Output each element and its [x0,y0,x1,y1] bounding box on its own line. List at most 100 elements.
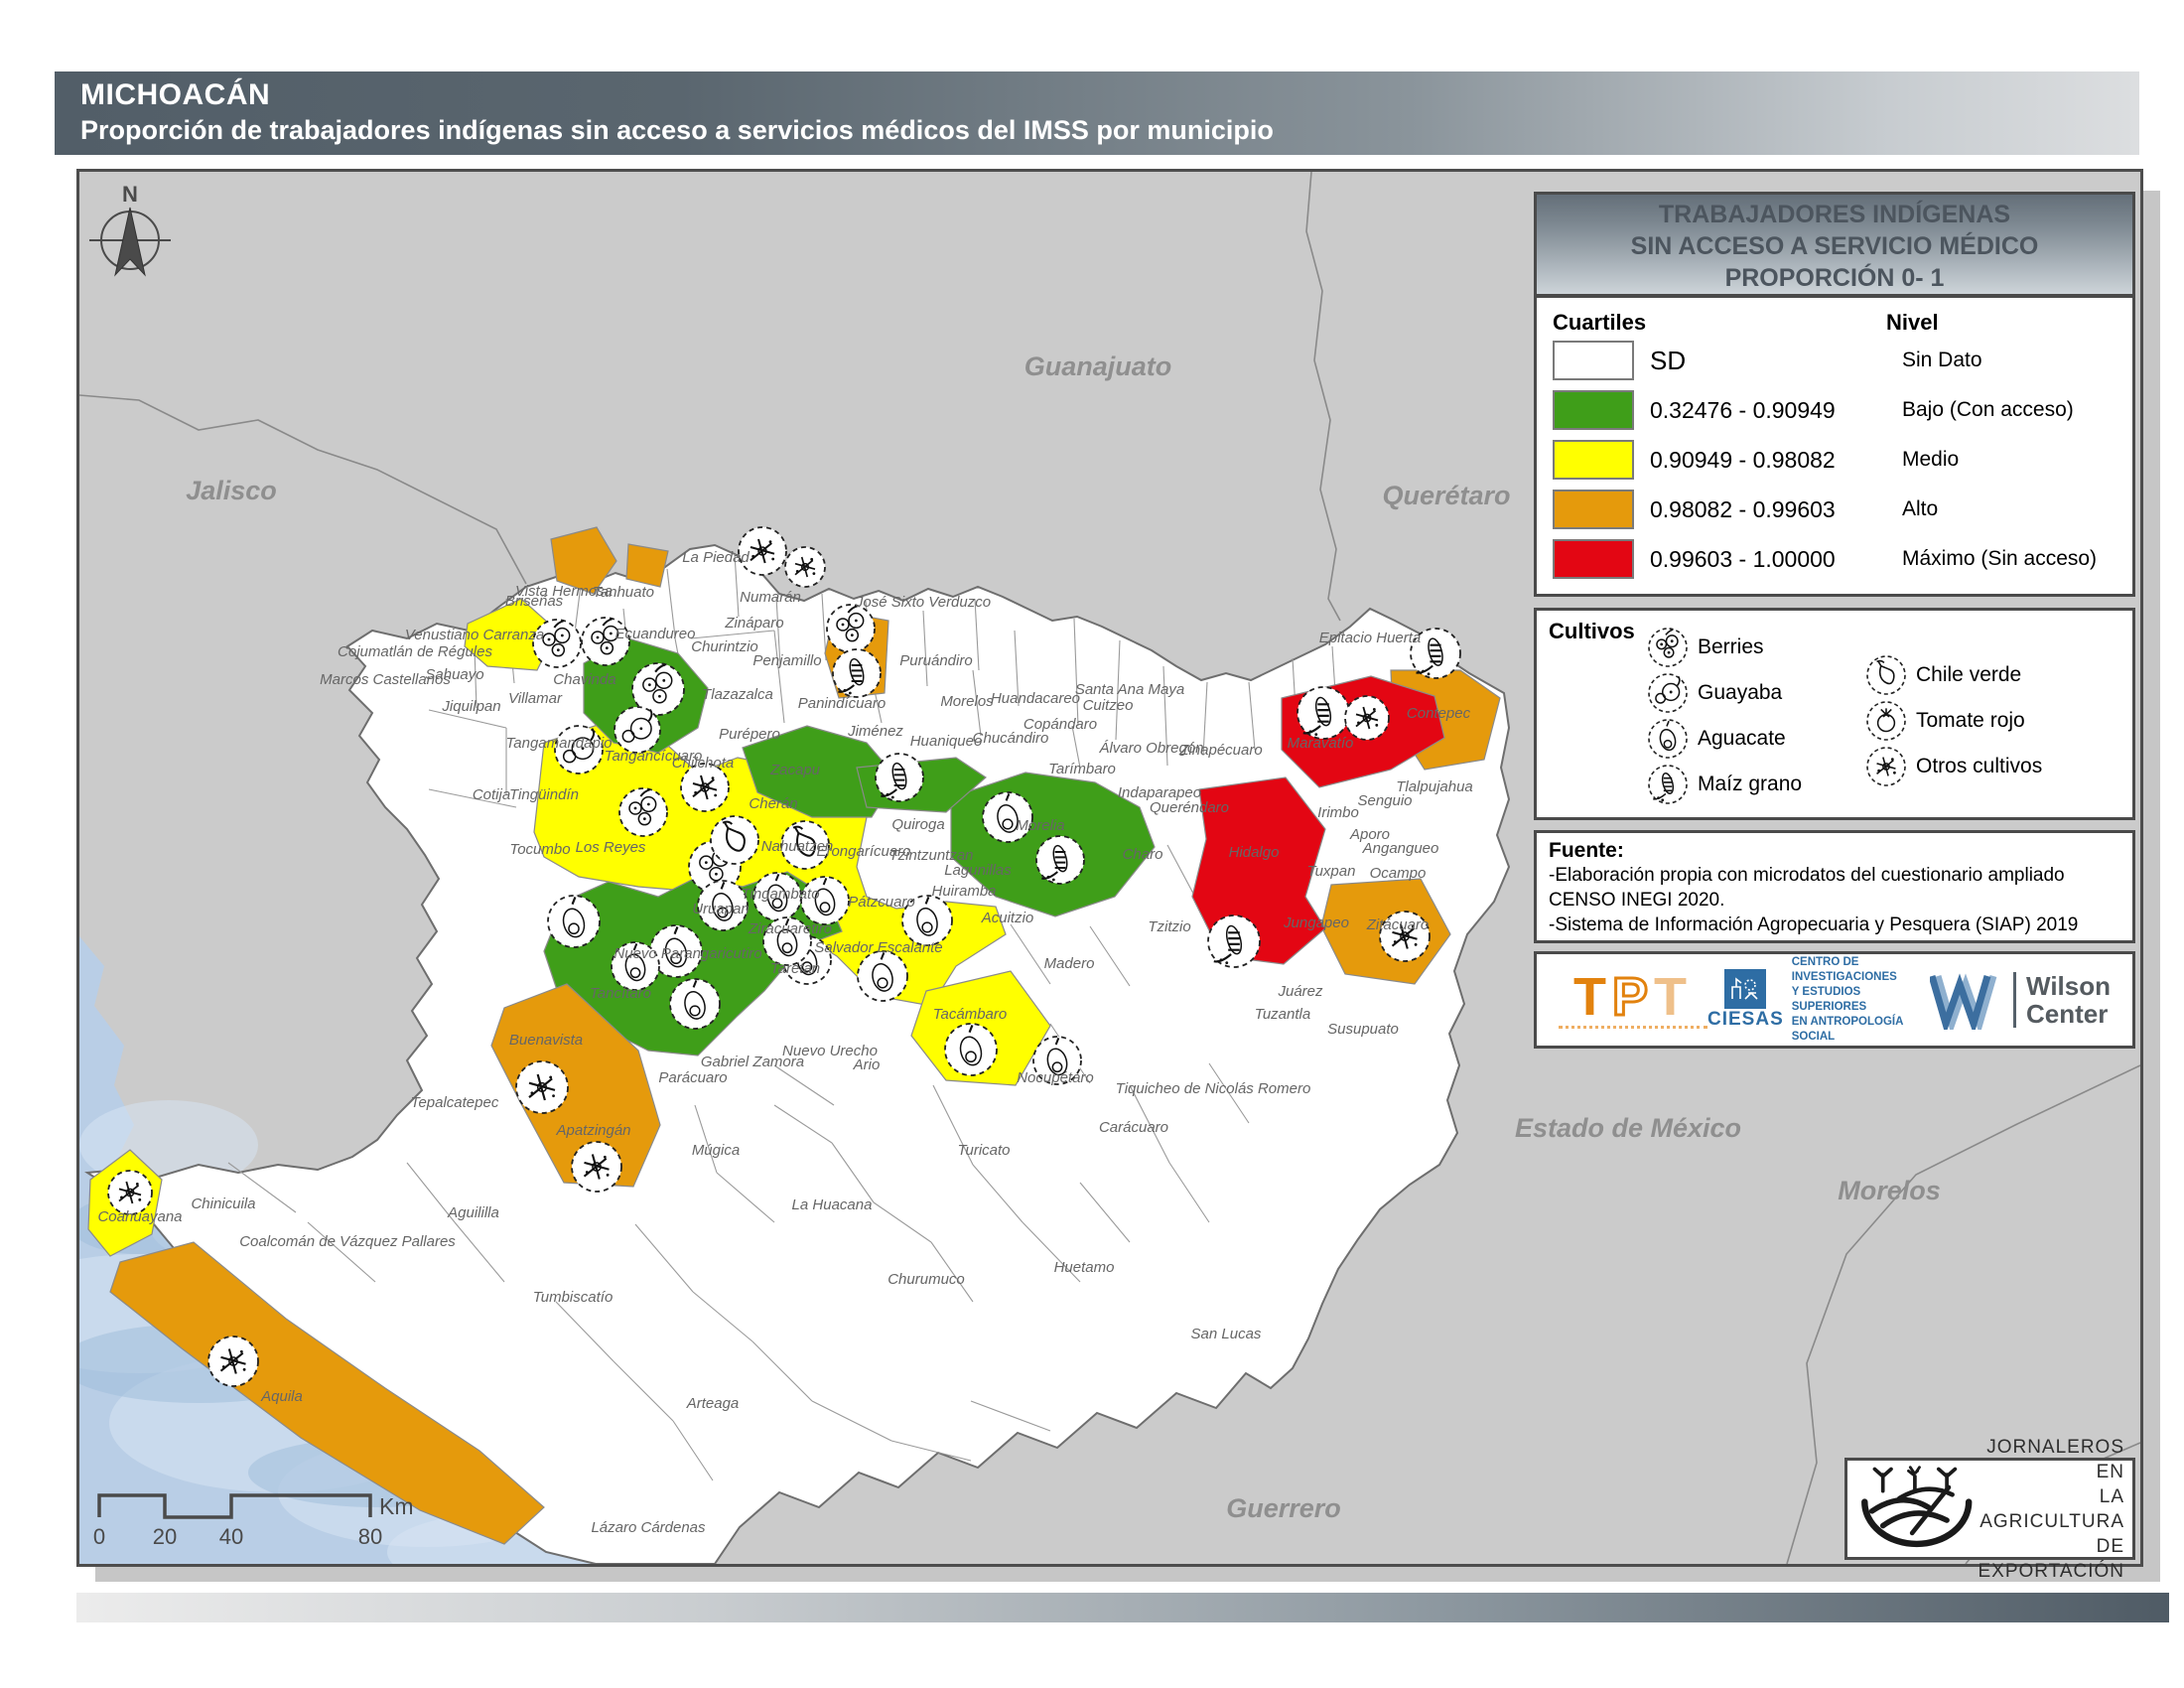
legend-swatch [1553,341,1634,380]
municipality-label: Arteaga [686,1395,740,1412]
jornaleros-box: JORNALEROS EN LA AGRICULTURA DE EXPORTAC… [1844,1458,2135,1560]
municipality-label: Chilchota [672,755,735,772]
chile-crop-icon [711,816,758,864]
otros-crop-icon [785,547,825,587]
municipality-label: Morelos [940,693,994,710]
municipality-label: Tocumbo [509,841,570,858]
legend-row-1: 0.32476 - 0.90949 Bajo (Con acceso) [1553,385,2116,435]
cultivos-left-column: BerriesGuayabaAguacateMaíz grano [1646,625,1802,807]
logos-panel: TPT CIESAS CENTRO DE INVESTIGACIONES Y E… [1534,951,2135,1049]
jornaleros-text: JORNALEROS EN LA AGRICULTURA DE EXPORTAC… [1978,1435,2124,1584]
legend-body: Cuartiles Nivel SDSin Dato0.32476 - 0.90… [1537,298,2132,584]
municipality-label: Huaniqueo [910,733,983,750]
legend-level: Medio [1902,448,1959,472]
municipality-label: Lázaro Cárdenas [591,1519,706,1536]
municipality-label: Múgica [692,1142,740,1159]
map-shadow-right [2143,191,2160,1581]
municipality-label: Ocampo [1370,865,1427,882]
municipality-label: Tancítaro [590,985,651,1002]
municipality-label: Hidalgo [1229,844,1280,861]
guayaba-crop-icon [614,707,660,753]
cultivo-label: Berries [1698,635,1764,659]
municipality-label: Quiroga [891,816,944,833]
cultivo-label: Aguacate [1698,727,1786,751]
municipality-label: Los Reyes [576,839,646,856]
legend-level: Bajo (Con acceso) [1902,398,2074,422]
state-label: Morelos [1838,1176,1941,1205]
cultivo-label: Otros cultivos [1916,755,2042,778]
municipality-label: Tanhuato [593,584,654,601]
ciesas-icon [1724,969,1766,1009]
legend-range: 0.32476 - 0.90949 [1650,397,1836,424]
tomate-icon [1864,699,1908,743]
tpt-letter-2: P [1612,967,1654,1027]
municipality-label: Tuxpan [1307,863,1356,880]
municipality-label: Huandacareo [991,690,1080,707]
municipality-label: Panindícuaro [798,695,886,712]
municipality-label: Villamar [508,690,563,707]
maiz-crop-icon [833,649,881,697]
legend-title-line1: TRABAJADORES INDÍGENAS [1537,199,2132,230]
guayaba-icon [1646,671,1690,715]
fuente-title: Fuente: [1549,839,2120,863]
legend-rows: SDSin Dato0.32476 - 0.90949Bajo (Con acc… [1553,336,2116,584]
municipality-label: Zináparo [724,615,783,632]
municipality-label: Huetamo [1054,1259,1115,1276]
fuente-line-2: CENSO INEGI 2020. [1549,888,2120,913]
municipality-label: Uruapan [692,901,750,917]
otros-crop-icon [516,1061,568,1113]
cultivo-label: Chile verde [1916,663,2021,687]
tpt-letter-1: T [1573,967,1612,1027]
municipality-label: Angangueo [1362,840,1439,857]
wilson-line-2: Center [2026,1000,2111,1028]
legend-panel: TRABAJADORES INDÍGENAS SIN ACCESO A SERV… [1534,192,2135,597]
legend-range: 0.99603 - 1.00000 [1650,546,1836,573]
ciesas-acronym: CIESAS [1707,1009,1784,1031]
legend-title: TRABAJADORES INDÍGENAS SIN ACCESO A SERV… [1537,195,2132,298]
municipality-label: Pátzcuaro [848,894,915,911]
municipality-label: Tiquicheo de Nicolás Romero [1116,1080,1311,1097]
municipality-label: Tarímbaro [1048,761,1116,777]
jornaleros-line-1: JORNALEROS EN [1978,1435,2124,1484]
fuente-line-3: -Sistema de Información Agropecuaria y P… [1549,913,2120,937]
legend-row-4: 0.99603 - 1.00000Máximo (Sin acceso) [1553,534,2116,584]
jornaleros-line-2: LA AGRICULTURA [1978,1484,2124,1534]
municipality-label: Santa Ana Maya [1075,681,1184,698]
cultivos-title: Cultivos [1549,619,1635,643]
municipality-label: Penjamillo [752,652,821,669]
tpt-logo: TPT [1559,972,1707,1029]
aguacate-icon [1646,717,1690,761]
jornaleros-line-3: DE EXPORTACIÓN [1978,1534,2124,1584]
municipality-label: Apatzingán [555,1122,630,1139]
municipality-label: Taretan [770,960,820,977]
municipality-label: Numarán [740,589,801,606]
page-title: MICHOACÁN [80,77,2139,113]
aguacate-crop-icon [945,1024,997,1075]
scalebar-tick: 40 [219,1524,243,1549]
maiz-crop-icon [1208,915,1260,967]
municipality-label: Venustiano Carranza [405,627,544,643]
ciesas-line-1: CENTRO DE INVESTIGACIONES [1792,955,1930,985]
municipality-label: Chinicuila [191,1196,255,1212]
municipality-label: Aguililla [447,1204,499,1221]
cultivo-row-otros: Otros cultivos [1864,744,2042,789]
municipality-label: Cherán [749,795,797,812]
cultivo-label: Maíz grano [1698,773,1802,796]
legend-range: SD [1650,346,1686,376]
legend-level: Alto [1902,497,1938,521]
legend-col-quartiles: Cuartiles [1553,310,1646,335]
legend-swatch [1553,490,1634,529]
title-bar: MICHOACÁN Proporción de trabajadores ind… [55,71,2139,155]
cultivos-right-column: Chile verdeTomate rojoOtros cultivos [1864,652,2042,789]
municipality-label: Contepec [1407,705,1471,722]
cultivo-row-maiz: Maíz grano [1646,762,1802,807]
municipality-label: Jiquilpan [441,698,500,715]
municipality-label: Puruándiro [899,652,972,669]
north-label: N [122,182,138,207]
legend-range: 0.98082 - 0.99603 [1650,496,1836,523]
municipality-label: La Piedad [682,549,750,566]
municipality-label: Tzitzio [1148,918,1190,935]
municipality-label: Zacapu [769,762,821,778]
state-label: Guerrero [1226,1493,1341,1523]
otros-crop-icon [572,1142,621,1192]
